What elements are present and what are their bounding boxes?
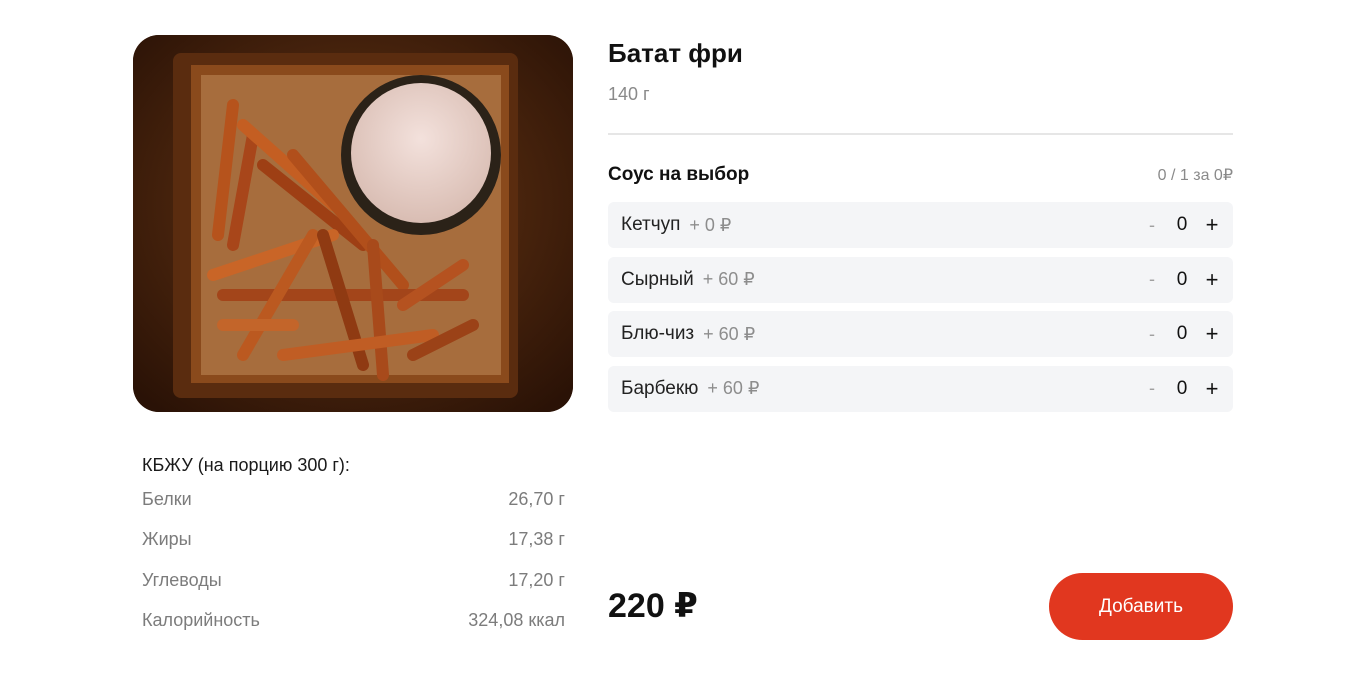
product-title: Батат фри — [608, 38, 743, 68]
sauce-name: Барбекю — [621, 377, 699, 399]
product-photo — [133, 35, 573, 412]
decrement-button[interactable]: - — [1144, 378, 1160, 399]
nutrition-label: Калорийность — [142, 610, 260, 631]
sauce-price: + 60 ₽ — [707, 378, 760, 398]
sauce-option-blue-cheese: Блю-чиз + 60 ₽ - 0 + — [608, 311, 1233, 357]
nutrition-label: Белки — [142, 488, 192, 509]
quantity-value: 0 — [1176, 377, 1188, 399]
nutrition-value: 17,38 г — [508, 529, 565, 550]
increment-button[interactable]: + — [1204, 377, 1220, 400]
product-weight: 140 г — [608, 84, 650, 104]
sauce-limit-counter: 0 / 1 за 0₽ — [1157, 167, 1233, 184]
quantity-value: 0 — [1176, 323, 1188, 344]
sauce-name: Сырный — [621, 268, 694, 290]
increment-button[interactable]: + — [1204, 214, 1220, 236]
decrement-button[interactable]: - — [1144, 269, 1160, 290]
add-to-cart-button[interactable]: Добавить — [1049, 573, 1233, 640]
nutrition-header: КБЖУ (на порцию 300 г): — [142, 455, 350, 475]
nutrition-value: 26,70 г — [508, 488, 565, 509]
nutrition-panel: КБЖУ (на порцию 300 г): Белки 26,70 г Жи… — [142, 455, 565, 641]
nutrition-value: 17,20 г — [508, 569, 565, 590]
nutrition-label: Углеводы — [142, 569, 222, 590]
increment-button[interactable]: + — [1204, 323, 1220, 345]
sauce-section-title: Соус на выбор — [608, 164, 750, 185]
decrement-button[interactable]: - — [1144, 215, 1160, 236]
sauce-option-ketchup: Кетчуп + 0 ₽ - 0 + — [608, 202, 1233, 248]
fries-image — [133, 35, 573, 412]
quantity-stepper: - 0 + — [1144, 268, 1220, 291]
quantity-stepper: - 0 + — [1144, 323, 1220, 345]
sauce-price: + 60 ₽ — [703, 323, 756, 344]
sauce-name: Блю-чиз — [621, 323, 695, 344]
nutrition-value: 324,08 ккал — [468, 610, 565, 631]
sauce-name: Кетчуп — [621, 214, 681, 235]
product-price: 220 ₽ — [608, 587, 698, 625]
sauce-option-cheese: Сырный + 60 ₽ - 0 + — [608, 256, 1233, 303]
divider — [608, 133, 1233, 135]
quantity-value: 0 — [1176, 214, 1188, 235]
sauce-price: + 60 ₽ — [702, 269, 755, 289]
sauce-option-bbq: Барбекю + 60 ₽ - 0 + — [608, 365, 1233, 412]
nutrition-label: Жиры — [142, 529, 192, 550]
quantity-stepper: - 0 + — [1144, 377, 1220, 400]
nutrition-row-carbs: Углеводы 17,20 г — [142, 560, 565, 601]
nutrition-row-fat: Жиры 17,38 г — [142, 520, 565, 561]
nutrition-row-calories: Калорийность 324,08 ккал — [142, 601, 565, 642]
decrement-button[interactable]: - — [1144, 324, 1160, 345]
quantity-stepper: - 0 + — [1144, 214, 1220, 236]
sauce-price: + 0 ₽ — [689, 214, 732, 235]
quantity-value: 0 — [1176, 268, 1188, 290]
nutrition-row-protein: Белки 26,70 г — [142, 479, 565, 520]
increment-button[interactable]: + — [1204, 268, 1220, 291]
sauce-options-list: Кетчуп + 0 ₽ - 0 + Сырный + 60 ₽ - 0 + Б… — [608, 202, 1233, 420]
